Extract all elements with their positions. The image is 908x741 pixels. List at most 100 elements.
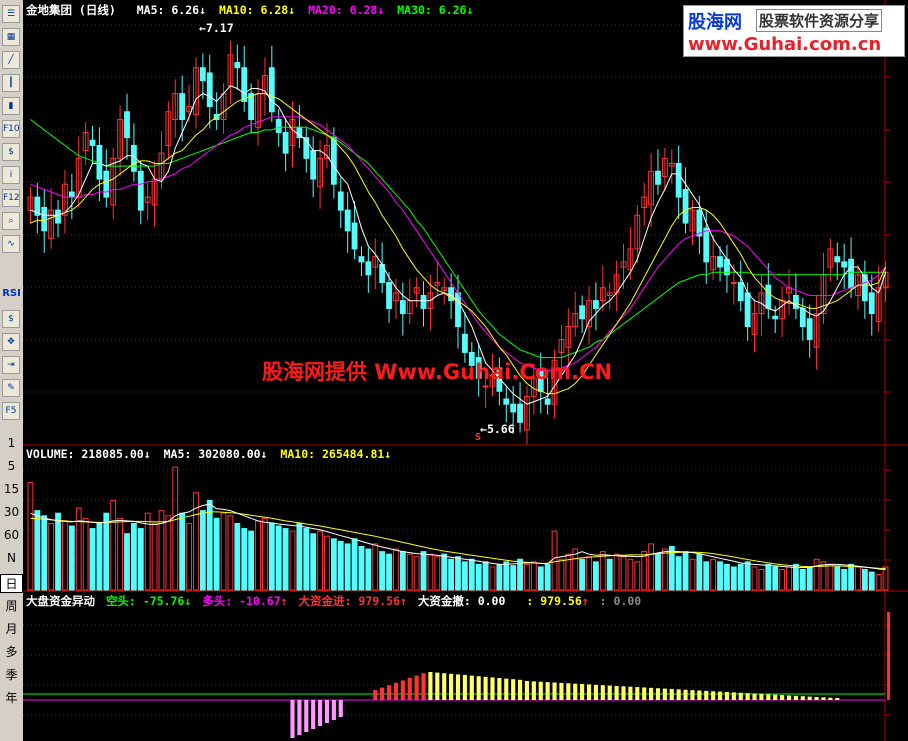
fund-bar: [462, 675, 467, 700]
down-arrow-icon: ↓: [199, 3, 206, 17]
candle-body: [682, 188, 689, 224]
volume-bar: [344, 543, 351, 591]
list-icon[interactable]: ☰: [2, 5, 20, 23]
candle-body: [544, 398, 551, 405]
extra-value: 979.56: [540, 594, 582, 608]
toolbar-item-周[interactable]: 周: [0, 597, 23, 614]
toolbar-item-15[interactable]: 15: [0, 482, 23, 496]
inflow-value: 979.56: [358, 594, 400, 608]
volume-bar: [96, 522, 103, 591]
candle-body: [124, 111, 130, 139]
indicator-icon[interactable]: ∿: [2, 235, 20, 253]
fund-bar: [318, 700, 323, 726]
candle-body: [834, 256, 841, 263]
candle-body: [772, 315, 779, 320]
candle-body: [330, 137, 337, 185]
candle-body: [703, 227, 710, 263]
fund-bar: [662, 688, 667, 700]
move-icon[interactable]: ✥: [2, 333, 20, 351]
left-arrow-icon: ←: [199, 21, 206, 35]
toolbar-item-5[interactable]: 5: [0, 459, 23, 473]
toolbar-item-年[interactable]: 年: [0, 689, 23, 706]
fund-bar: [780, 695, 785, 700]
toolbar-item-60[interactable]: 60: [0, 528, 23, 542]
fund-bar: [593, 684, 598, 700]
stock-icon[interactable]: $: [2, 143, 20, 161]
toolbar-item-30[interactable]: 30: [0, 505, 23, 519]
pencil-icon[interactable]: ✎: [2, 379, 20, 397]
fund-bar: [386, 685, 392, 700]
volume-value: 218085.00: [81, 447, 144, 461]
candle-body: [517, 403, 523, 423]
fund-bar: [835, 698, 840, 700]
bar-icon[interactable]: ▮: [2, 97, 20, 115]
fund-bar: [807, 696, 812, 700]
candle-body: [206, 72, 213, 108]
high-marker-value: 7.17: [205, 21, 234, 35]
candle-body: [68, 191, 75, 198]
volume-bar: [68, 525, 75, 591]
toolbar-item-月[interactable]: 月: [0, 620, 23, 637]
candle-body: [696, 209, 703, 237]
fund-header: 大盘资金异动 空头: -75.76↓ 多头: -10.67↑ 大资金进: 979…: [26, 593, 641, 609]
volume-bar: [455, 556, 461, 591]
f10-icon[interactable]: F10: [2, 120, 20, 138]
volume-bar: [124, 533, 130, 591]
fund-bar: [800, 696, 805, 700]
toolbar-item-季[interactable]: 季: [0, 666, 23, 683]
line-chart-icon[interactable]: ╱: [2, 51, 20, 69]
up-arrow-icon: ↑: [280, 594, 288, 608]
stock-title: 金地集团 (日线): [26, 3, 116, 17]
volume-bar: [130, 522, 137, 591]
fund-bar: [600, 685, 605, 700]
grid-icon[interactable]: ▦: [2, 28, 20, 46]
volume-bar: [34, 510, 41, 591]
volume-bar: [137, 528, 144, 591]
fund-bar: [311, 700, 316, 729]
toolbar-item-多[interactable]: 多: [0, 643, 23, 660]
down-arrow-icon: ↓: [466, 3, 474, 17]
export-icon[interactable]: ⇥: [2, 356, 20, 374]
fund-bar: [559, 682, 564, 700]
dollar-icon[interactable]: $: [2, 310, 20, 328]
toolbar-item-N[interactable]: N: [0, 551, 23, 565]
f5-icon[interactable]: F5: [2, 402, 20, 420]
candle-body: [593, 300, 599, 309]
fund-bar: [414, 675, 419, 700]
fund-bar: [586, 684, 592, 700]
zoom-icon[interactable]: ⌕: [2, 212, 20, 230]
fund-bar: [421, 673, 426, 700]
fund-bar: [545, 682, 550, 700]
volume-bar: [579, 558, 586, 591]
volume-bar: [461, 561, 468, 591]
volume-bar: [103, 512, 110, 591]
fund-bar: [704, 690, 709, 700]
logo-url: www.Guhai.com.cn: [688, 34, 882, 55]
toolbar-item-RSI[interactable]: RSI: [0, 288, 23, 299]
fund-bar: [676, 689, 681, 700]
toolbar-item-日[interactable]: 日: [0, 574, 23, 593]
volume-bar: [55, 512, 61, 591]
fund-bar: [538, 681, 543, 700]
fund-bar: [531, 681, 536, 700]
candle-body: [89, 139, 96, 146]
volume-bar: [268, 522, 275, 591]
fund-bar: [793, 695, 798, 700]
short-value: -75.76: [142, 594, 185, 608]
fund-bar: [642, 687, 647, 700]
candle-icon[interactable]: ┃: [2, 74, 20, 92]
candle-body: [799, 307, 806, 328]
toolbar-item-1[interactable]: 1: [0, 436, 23, 450]
volume-bar: [772, 566, 779, 591]
fund-bar: [373, 690, 378, 700]
volume-bar: [199, 510, 206, 591]
candle-body: [482, 385, 489, 388]
candle-body: [199, 67, 206, 82]
ma20-label: MA20:: [308, 3, 343, 17]
info-icon[interactable]: i: [2, 166, 20, 184]
candle-body: [510, 403, 517, 413]
ma10-label: MA10:: [218, 3, 254, 17]
long-label: 多头:: [202, 594, 233, 608]
f12-icon[interactable]: F12: [2, 189, 20, 207]
site-logo: 股海网 股票软件资源分享 www.Guhai.com.cn: [683, 5, 905, 57]
